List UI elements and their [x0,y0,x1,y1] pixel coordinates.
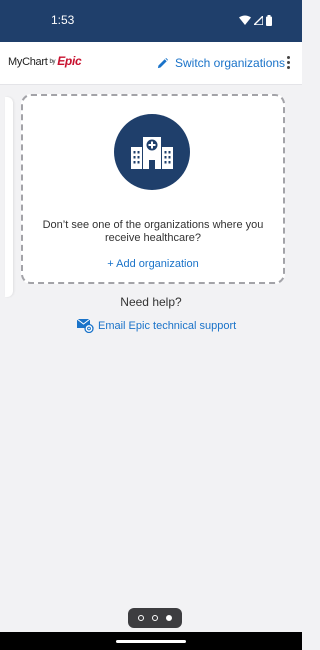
logo-by-text: by [49,59,56,66]
org-card-message: Don’t see one of the organizations where… [42,219,264,244]
battery-icon [266,14,272,26]
hospital-icon [114,114,190,190]
kebab-menu-icon[interactable] [284,56,292,72]
logo-epic-text: Epic [57,54,82,68]
page-dot-3[interactable] [166,615,172,621]
status-time: 1:53 [51,13,75,27]
switch-organizations-button[interactable]: Switch organizations [157,55,285,71]
email-support-label: Email Epic technical support [98,320,237,332]
home-gesture-handle[interactable] [116,640,186,643]
previous-card-peek[interactable] [5,97,13,297]
status-icons [239,13,272,27]
logo-mychart-text: MyChart [8,56,48,68]
switch-organizations-label: Switch organizations [175,56,286,70]
status-bar: 1:53 [0,0,302,42]
signal-icon [254,15,263,25]
page-dot-2[interactable] [152,615,158,621]
email-support-icon [77,319,94,333]
email-support-link[interactable]: Email Epic technical support [77,316,236,336]
need-help-heading: Need help? [120,295,182,309]
wifi-icon [239,15,251,25]
page-dot-1[interactable] [138,615,144,621]
main-content: Don’t see one of the organizations where… [0,84,302,632]
mychart-logo: MyChart by Epic [8,54,82,68]
add-organization-link[interactable]: + Add organization [23,258,283,270]
add-organization-card: Don’t see one of the organizations where… [21,94,285,284]
page-indicator [128,608,182,628]
app-header: MyChart by Epic Switch organizations [0,42,302,85]
pencil-icon [157,57,168,68]
